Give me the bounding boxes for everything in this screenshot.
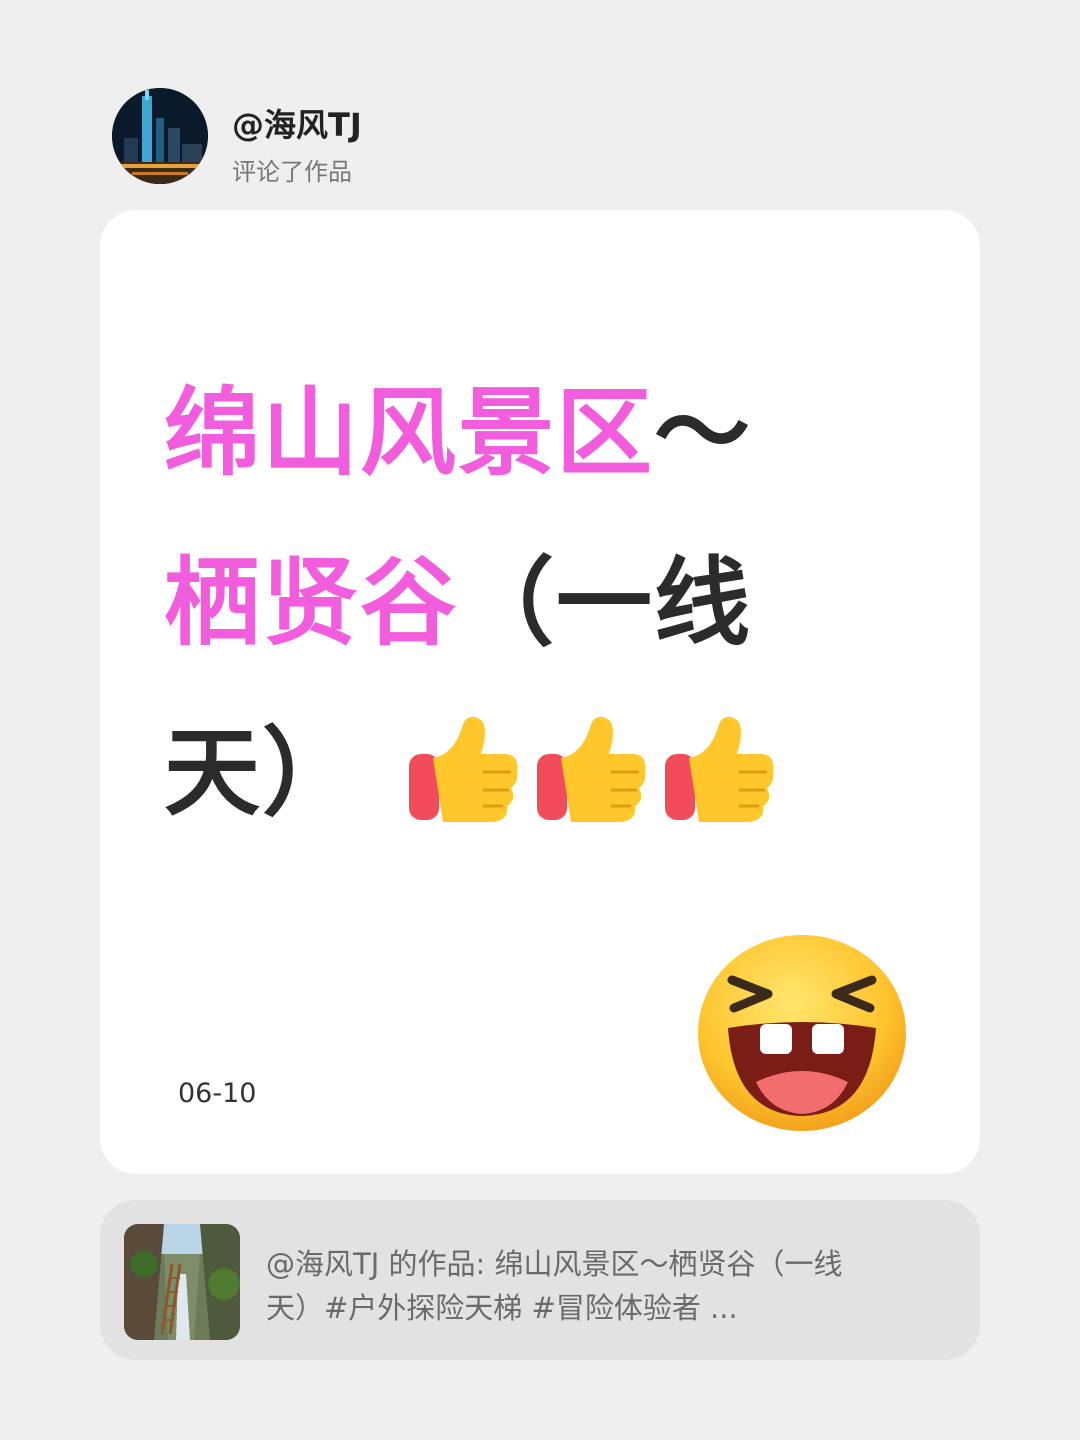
thumbs-up-icon — [537, 716, 646, 822]
page: @海风TJ 评论了作品 绵山风景区～ 栖贤谷（一线 天） 06-10 @海风TJ… — [0, 0, 1080, 1440]
action-text: 评论了作品 — [232, 158, 352, 186]
comment-text: 绵山风景区～ 栖贤谷（一线 天） — [164, 348, 924, 858]
comment-card: 绵山风景区～ 栖贤谷（一线 天） 06-10 — [100, 210, 980, 1174]
city-night-icon — [112, 88, 208, 184]
thumbs-up-icon — [409, 716, 518, 822]
comment-pink-part-1: 绵山风景区 — [164, 377, 654, 489]
source-line-2: 天）#户外探险天梯 #冒险体验者 ... — [266, 1291, 738, 1325]
comment-date: 06-10 — [178, 1078, 257, 1109]
username[interactable]: @海风TJ — [232, 100, 362, 146]
laughing-face-icon — [698, 935, 906, 1131]
avatar[interactable] — [112, 88, 208, 184]
source-line-1: @海风TJ 的作品: 绵山风景区～栖贤谷（一线 — [266, 1247, 843, 1281]
source-description[interactable]: @海风TJ 的作品: 绵山风景区～栖贤谷（一线 天）#户外探险天梯 #冒险体验者… — [266, 1242, 916, 1330]
work-thumbnail[interactable] — [124, 1224, 240, 1340]
comment-dark-part-1: ～ — [654, 377, 752, 489]
comment-dark-part-2: （一线 — [458, 547, 752, 659]
comment-dark-part-3: 天） — [164, 717, 360, 829]
canyon-photo-icon — [124, 1224, 240, 1340]
thumbs-up-icon — [665, 716, 774, 822]
source-work-link[interactable]: @海风TJ 的作品: 绵山风景区～栖贤谷（一线 天）#户外探险天梯 #冒险体验者… — [100, 1200, 980, 1360]
comment-pink-part-2: 栖贤谷 — [164, 547, 458, 659]
